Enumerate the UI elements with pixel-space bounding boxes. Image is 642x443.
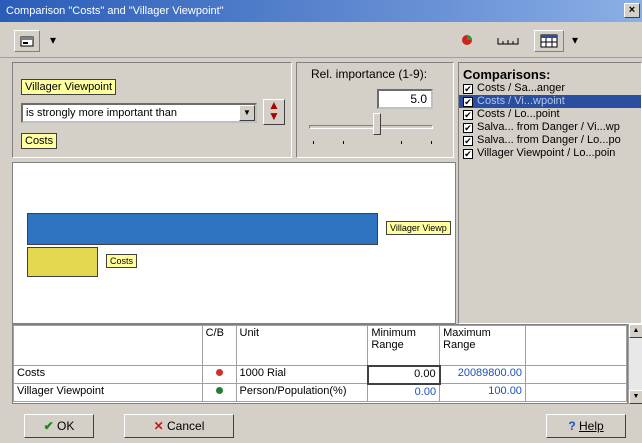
properties-button[interactable] (14, 30, 40, 52)
checkbox-icon[interactable]: ✔ (463, 97, 473, 107)
comparison-item[interactable]: ✔ Salva... from Danger / Vi...wp (459, 121, 641, 134)
row-min[interactable]: 0.00 (367, 383, 441, 402)
ok-label: OK (57, 419, 75, 433)
help-button[interactable]: ? Help (546, 414, 626, 438)
swap-arrows-icon: ▲ ▼ (268, 98, 280, 123)
header-max: Maximum Range (439, 325, 526, 366)
comparison-label: Costs / Lo...point (477, 108, 560, 120)
scroll-up-icon[interactable]: ▲ (629, 324, 642, 338)
comparisons-list: Comparisons: ✔ Costs / Sa...anger ✔ Costs /… (458, 62, 642, 324)
graph-bar-label: Villager Viewp (386, 221, 451, 235)
cancel-label: Cancel (167, 419, 205, 433)
view-button[interactable] (534, 30, 564, 52)
ruler-icon (497, 38, 519, 45)
row-name: Villager Viewpoint (13, 383, 203, 402)
cost-dot-icon (215, 369, 223, 376)
criteria-table: C/B Unit Minimum Range Maximum Range Cos… (12, 324, 628, 404)
row-unit: Person/Population(%) (235, 383, 369, 402)
properties-dropdown[interactable]: ▾ (46, 30, 60, 52)
properties-icon (20, 36, 34, 47)
item-a-label: Villager Viewpoint (21, 79, 117, 95)
close-button[interactable]: × (624, 3, 640, 18)
slider-tick (313, 141, 314, 144)
scroll-down-icon[interactable]: ▼ (629, 390, 642, 404)
comparison-item[interactable]: ✔ Villager Viewpoint / Lo...poin (459, 147, 641, 160)
importance-input[interactable]: 5.0 (377, 89, 433, 109)
row-unit: 1000 Rial (235, 365, 369, 384)
checkbox-icon[interactable]: ✔ (463, 123, 473, 133)
table-scrollbar[interactable]: ▲ ▼ (628, 324, 642, 404)
table-row[interactable]: Villager Viewpoint Person/Population(%) … (13, 383, 627, 402)
checkbox-icon[interactable]: ✔ (463, 84, 473, 94)
row-max[interactable]: 20089800.00 (439, 365, 526, 384)
comparison-label: Villager Viewpoint / Lo...poin (477, 147, 616, 159)
importance-graph: Villager Viewp Costs (12, 162, 456, 324)
chart-color-button[interactable] (454, 30, 480, 52)
window-titlebar: Comparison "Costs" and "Villager Viewpoi… (0, 0, 642, 22)
header-empty (524, 325, 627, 366)
pair-panel: Villager Viewpoint is strongly more impo… (12, 62, 292, 158)
header-name (13, 325, 203, 366)
checkbox-icon[interactable]: ✔ (463, 136, 473, 146)
cancel-button[interactable]: ✕ Cancel (124, 414, 234, 438)
table-view-icon (540, 34, 558, 48)
row-cb[interactable] (201, 365, 237, 384)
view-dropdown[interactable]: ▾ (568, 30, 582, 52)
comparison-label: Salva... from Danger / Vi...wp (477, 121, 620, 133)
importance-label: Rel. importance (1-9): (311, 67, 428, 81)
swap-button[interactable]: ▲ ▼ (263, 99, 285, 125)
header-cb: C/B (201, 325, 237, 366)
row-name: Costs (13, 365, 203, 384)
ok-button[interactable]: ✔ OK (24, 414, 94, 438)
comparison-item[interactable]: ✔ Costs / Vi...wpoint (459, 95, 641, 108)
checkbox-icon[interactable]: ✔ (463, 110, 473, 120)
row-min[interactable]: 0.00 (366, 364, 441, 385)
checkbox-icon[interactable]: ✔ (463, 149, 473, 159)
benefit-dot-icon (215, 387, 223, 394)
row-max[interactable]: 100.00 (439, 383, 526, 402)
pie-chart-icon (462, 35, 472, 45)
comparison-label: Costs / Sa...anger (477, 82, 566, 94)
row-cb[interactable] (201, 383, 237, 402)
table-row[interactable]: Costs 1000 Rial 0.00 20089800.00 (13, 364, 627, 385)
graph-bar (27, 247, 98, 277)
slider-tick (343, 141, 344, 144)
window-title: Comparison "Costs" and "Villager Viewpoi… (6, 5, 224, 17)
slider-tick (431, 141, 432, 144)
table-header-row: C/B Unit Minimum Range Maximum Range (13, 325, 627, 366)
comparison-label: Salva... from Danger / Lo...po (477, 134, 621, 146)
header-min: Minimum Range (367, 325, 441, 366)
comparison-item[interactable]: ✔ Salva... from Danger / Lo...po (459, 134, 641, 147)
x-icon: ✕ (153, 419, 164, 433)
importance-slider-track[interactable] (309, 125, 433, 129)
row-empty (524, 383, 627, 402)
scale-button[interactable] (490, 30, 526, 52)
relation-select[interactable]: is strongly more important than ▼ (21, 103, 257, 123)
importance-slider-thumb[interactable] (373, 113, 381, 135)
toolbar: ▾ ▾ (0, 22, 642, 58)
header-unit: Unit (235, 325, 369, 366)
graph-bar-label: Costs (106, 254, 138, 268)
chevron-down-icon[interactable]: ▼ (239, 105, 255, 121)
comparison-label: Costs / Vi...wpoint (477, 95, 565, 107)
slider-tick (401, 141, 402, 144)
relation-value: is strongly more important than (26, 107, 178, 119)
comparison-item[interactable]: ✔ Costs / Sa...anger (459, 82, 641, 95)
comparisons-title: Comparisons: (463, 67, 551, 82)
comparison-item[interactable]: ✔ Costs / Lo...point (459, 108, 641, 121)
importance-panel: Rel. importance (1-9): 5.0 (296, 62, 454, 158)
help-label: Help (579, 419, 604, 433)
graph-bar (27, 213, 378, 245)
item-b-label: Costs (21, 133, 58, 149)
question-icon: ? (568, 419, 576, 433)
row-empty (524, 365, 627, 384)
checkmark-icon: ✔ (43, 419, 54, 433)
